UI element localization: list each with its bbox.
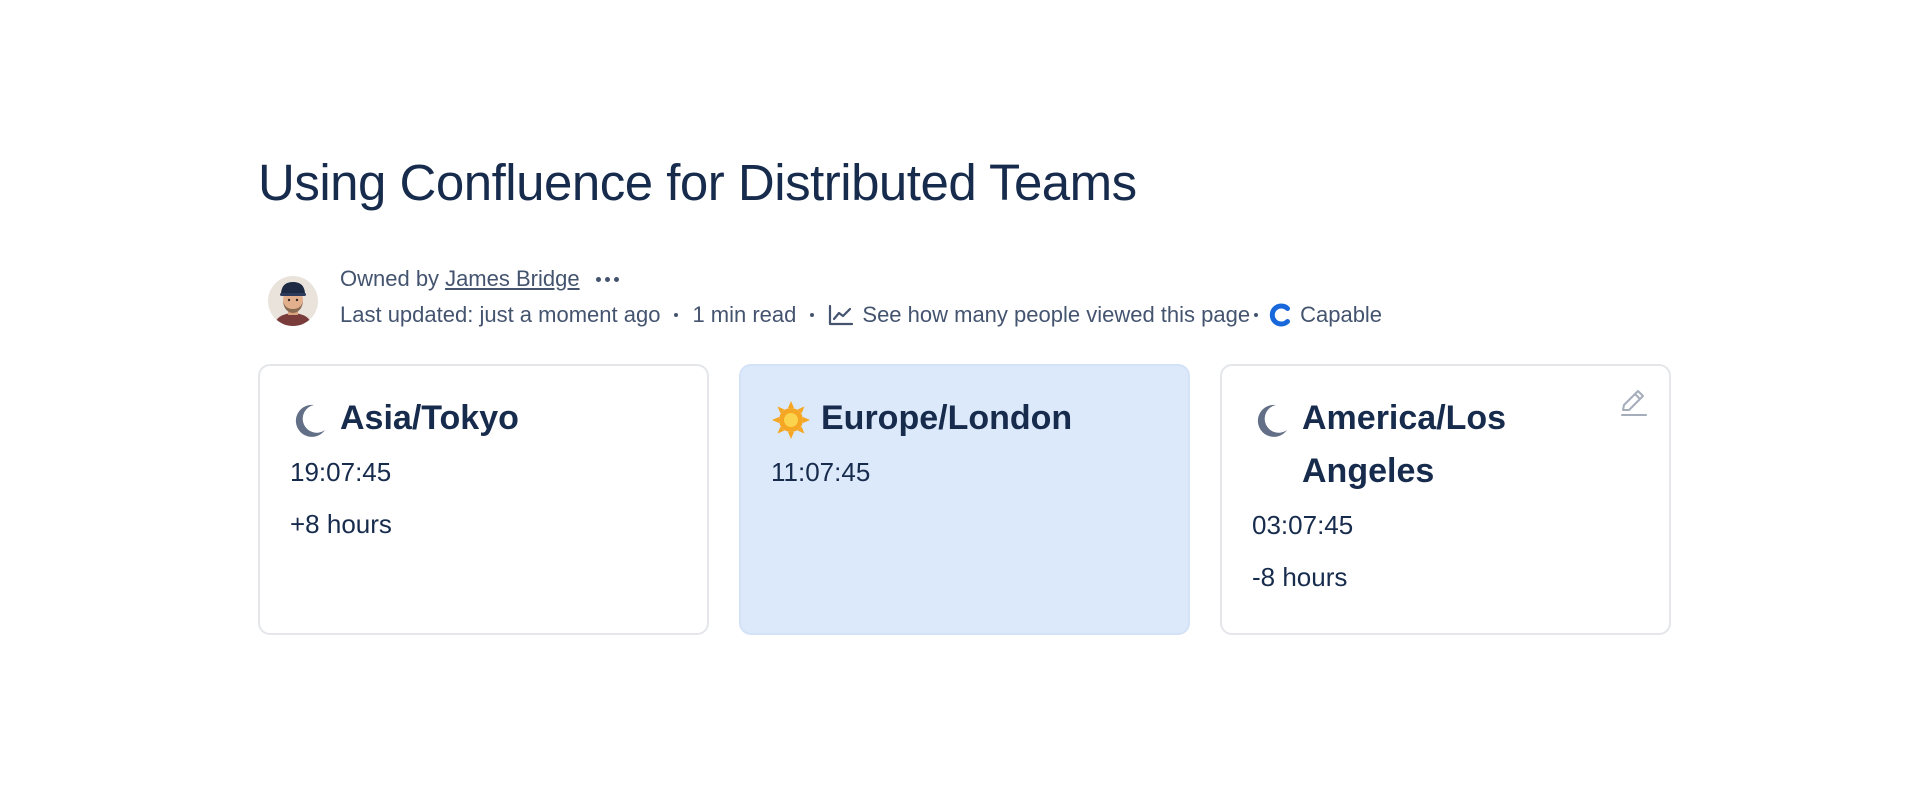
page-views-label: See how many people viewed this page [862, 302, 1251, 327]
moon-icon [1257, 404, 1287, 437]
clock-card-header: Europe/London [771, 398, 1158, 445]
page-byline: Owned by James Bridge Last updated: just… [258, 266, 1678, 337]
avatar-image [268, 276, 318, 326]
clock-offset: +8 hours [290, 509, 392, 539]
capable-app-link[interactable]: Capable [1268, 302, 1382, 328]
separator-dot [1254, 313, 1259, 317]
page-views-link[interactable]: See how many people viewed this page [828, 302, 1250, 328]
page-title: Using Confluence for Distributed Teams [258, 154, 1137, 211]
clock-zone-name: America/Los Angeles [1302, 399, 1507, 490]
clock-zone-name: Europe/London [821, 399, 1073, 437]
clock-card-los-angeles: America/Los Angeles 03:07:45 -8 hours [1220, 364, 1671, 635]
pencil-edit-icon[interactable] [1617, 386, 1649, 418]
clock-card-header: Asia/Tokyo [290, 398, 677, 445]
separator-dot [810, 313, 815, 317]
capable-app-label: Capable [1300, 302, 1383, 327]
clock-time: 11:07:45 [771, 457, 871, 487]
last-updated-text: Last updated: just a moment ago [340, 302, 661, 327]
separator-dot [674, 313, 679, 317]
byline-owner-row: Owned by James Bridge [340, 266, 619, 292]
clock-time: 03:07:45 [1252, 510, 1354, 540]
clock-card-london: Europe/London 11:07:45 [739, 364, 1190, 635]
world-clock-cards: Asia/Tokyo 19:07:45 +8 hours Europe/Lond… [258, 364, 1671, 635]
capable-logo-icon [1269, 303, 1291, 327]
sun-icon [772, 401, 810, 439]
analytics-chart-icon [829, 304, 854, 326]
clock-time: 19:07:45 [290, 457, 392, 487]
owned-by-label: Owned by [340, 266, 440, 291]
clock-offset: -8 hours [1252, 562, 1348, 592]
clock-card-tokyo: Asia/Tokyo 19:07:45 +8 hours [258, 364, 709, 635]
more-actions-icon[interactable] [595, 267, 619, 291]
moon-icon [295, 404, 325, 437]
clock-zone-name: Asia/Tokyo [340, 399, 519, 437]
clock-card-header: America/Los Angeles [1252, 398, 1639, 498]
avatar[interactable] [268, 276, 318, 326]
owner-link[interactable]: James Bridge [445, 266, 580, 292]
byline-meta-row: Last updated: just a moment ago 1 min re… [340, 302, 1382, 328]
read-time-text: 1 min read [692, 302, 797, 327]
